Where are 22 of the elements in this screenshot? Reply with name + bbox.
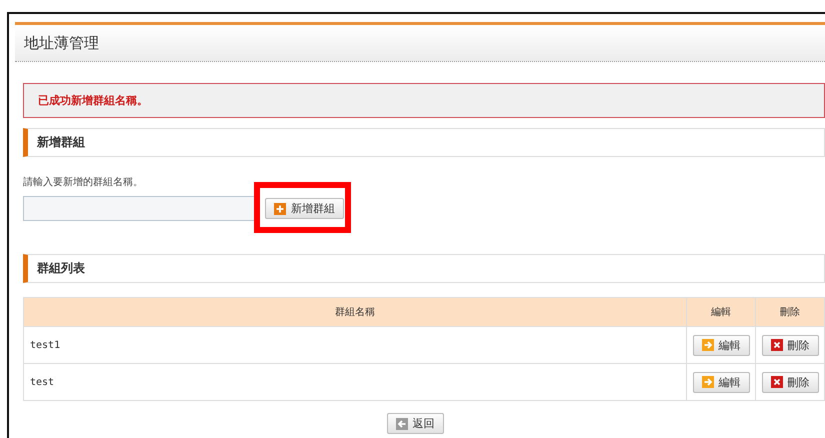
arrow-icon xyxy=(702,376,714,388)
back-button[interactable]: 返回 xyxy=(386,413,444,434)
delete-button[interactable]: 刪除 xyxy=(762,372,818,392)
column-header: 編輯 xyxy=(686,298,756,326)
edit-button[interactable]: 編輯 xyxy=(692,372,750,392)
edit-button[interactable]: 編輯 xyxy=(692,334,750,356)
add-group-button[interactable]: 新增群組 xyxy=(265,198,344,219)
delete-button[interactable]: 刪除 xyxy=(762,334,818,356)
back-arrow-icon xyxy=(396,418,408,430)
plus-icon xyxy=(274,202,286,214)
success-message: 已成功新增群組名稱。 xyxy=(23,83,825,118)
page-title: 地址薄管理 xyxy=(24,34,99,52)
table-cell: test xyxy=(24,364,686,400)
column-header: 刪除 xyxy=(756,298,824,326)
instruction-text: 請輸入要新增的群組名稱。 xyxy=(23,176,144,189)
table-cell: test1 xyxy=(24,326,686,364)
close-icon xyxy=(770,339,782,351)
arrow-icon xyxy=(702,339,714,351)
column-header: 群組名稱 xyxy=(24,298,686,326)
section-title: 群組列表 xyxy=(37,260,85,277)
section-title: 新增群組 xyxy=(37,134,85,151)
close-icon xyxy=(770,376,782,388)
